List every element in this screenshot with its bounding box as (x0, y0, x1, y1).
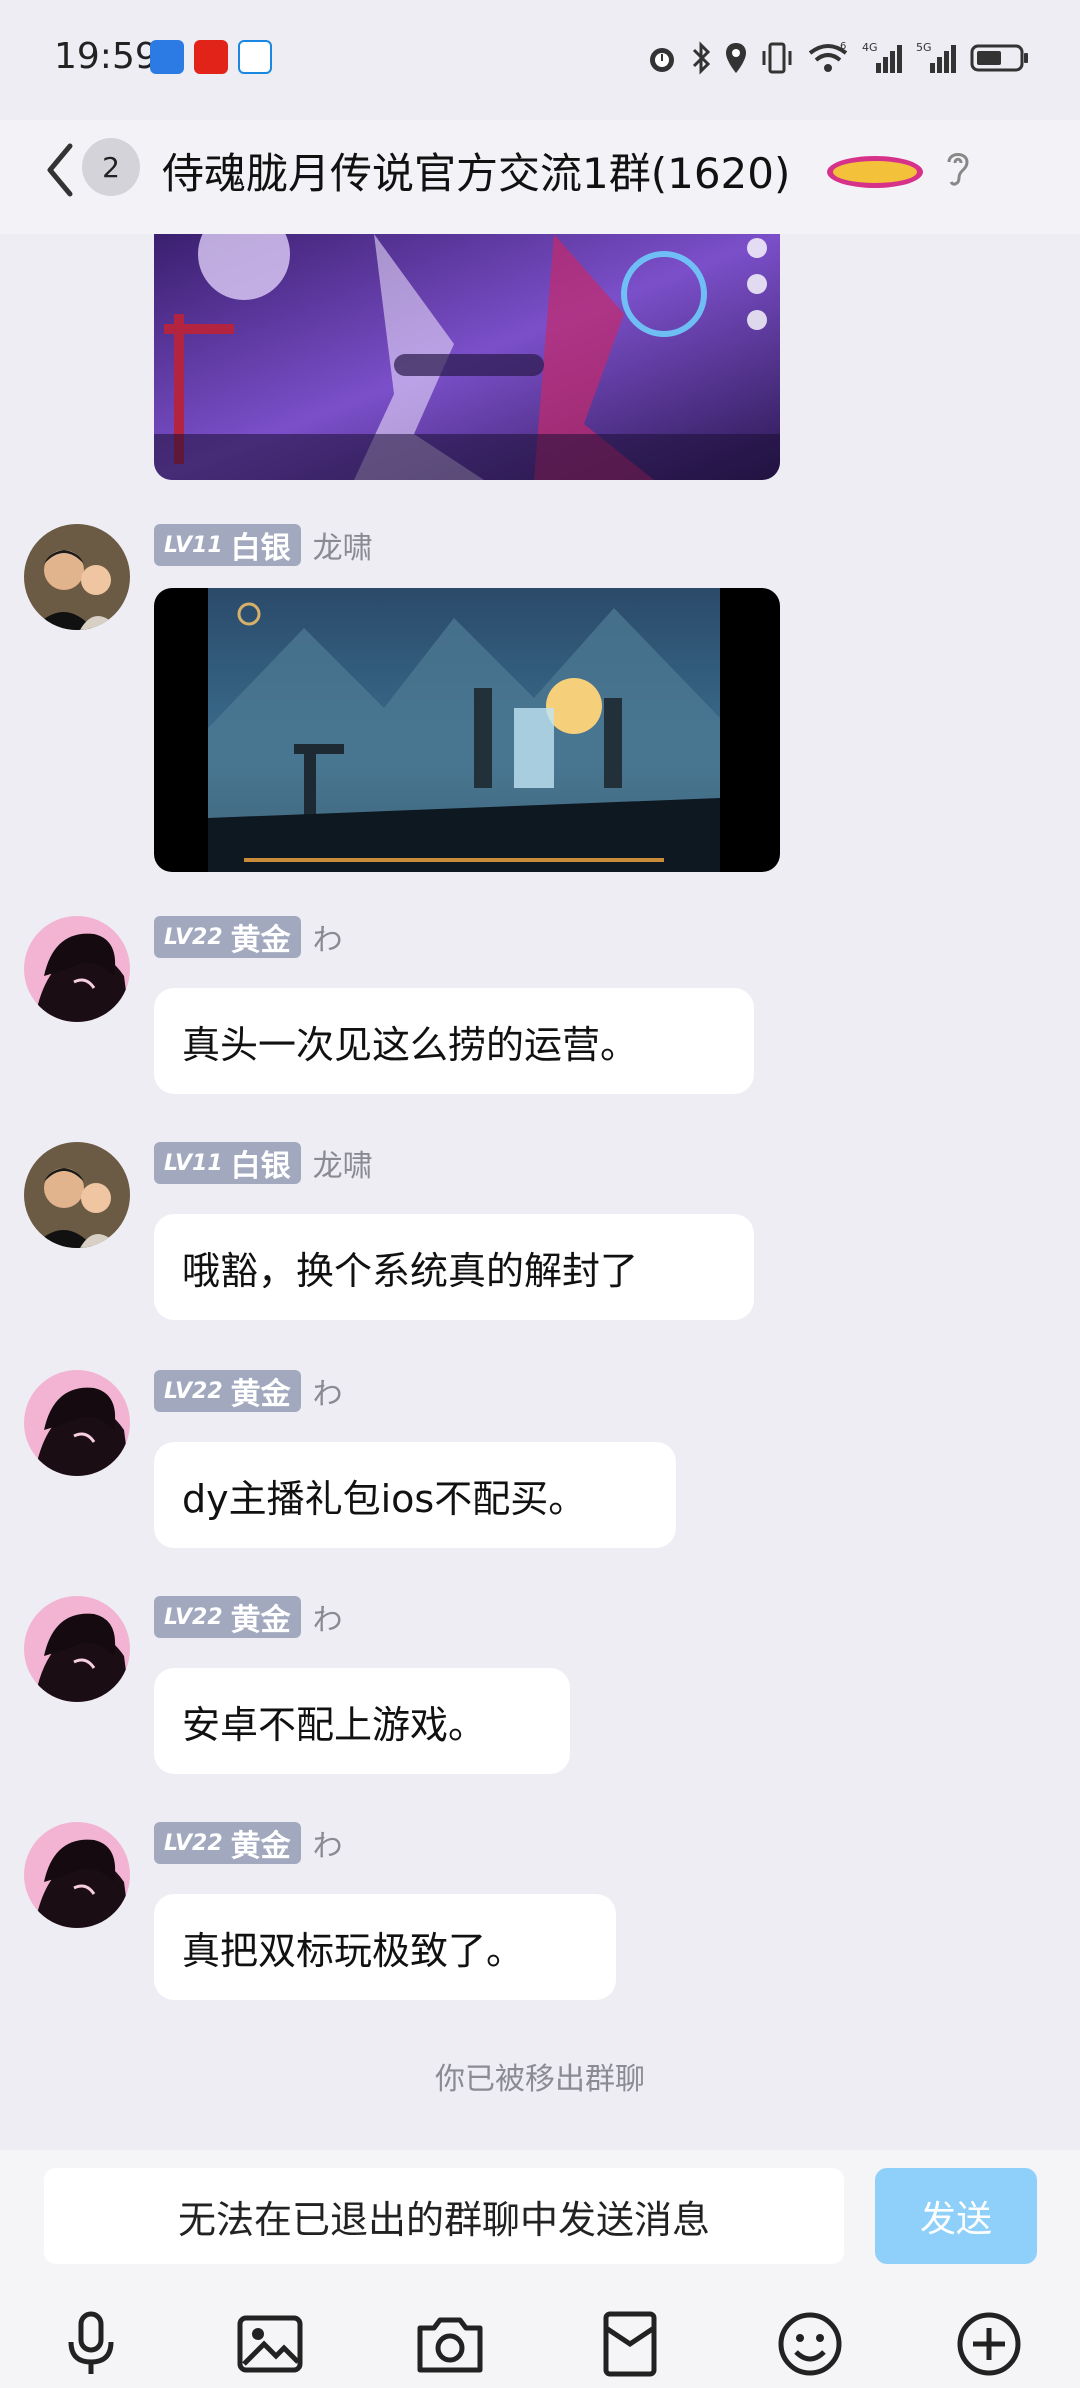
app-notification-icon (150, 40, 184, 74)
level-badge: LV11 白银 (154, 1142, 301, 1184)
status-icons: 6 4G 5G (646, 38, 1030, 78)
message-bubble[interactable]: 真头一次见这么捞的运营。 (154, 988, 754, 1094)
plus-icon[interactable] (953, 2308, 1025, 2380)
emoji-icon[interactable] (774, 2308, 846, 2380)
message-bubble[interactable]: 哦豁，换个系统真的解封了 (154, 1214, 754, 1320)
game-screenshot-landscape (154, 588, 780, 872)
message-bubble[interactable]: 安卓不配上游戏。 (154, 1668, 570, 1774)
taobao-notification-icon (194, 40, 228, 74)
message-meta: LV22 黄金 わ (154, 1822, 343, 1864)
game-screenshot-purple (154, 234, 780, 480)
sender-nickname[interactable]: わ (313, 915, 343, 959)
sender-nickname[interactable]: 龙啸 (313, 523, 373, 567)
location-icon (726, 43, 746, 73)
bluetooth-icon (692, 41, 711, 75)
level-badge: LV22 黄金 (154, 1596, 301, 1638)
sender-nickname[interactable]: わ (313, 1595, 343, 1639)
status-time: 19:59 (54, 36, 158, 77)
avatar[interactable] (24, 1370, 130, 1476)
back-arrow-icon[interactable] (40, 138, 80, 202)
avatar[interactable] (24, 1822, 130, 1928)
message-meta: LV22 黄金 わ (154, 1370, 343, 1412)
image-message-1[interactable] (154, 234, 780, 480)
signal-4g-icon: 4G (862, 41, 902, 73)
image-icon[interactable] (234, 2308, 306, 2380)
message-meta: LV11 白银 龙啸 (154, 1142, 373, 1184)
message-meta: LV22 黄金 わ (154, 1596, 343, 1638)
status-bar: 19:59 6 4G 5G (0, 0, 1080, 120)
avatar[interactable] (24, 1596, 130, 1702)
app-notification-icon-2 (238, 40, 272, 74)
system-notice: 你已被移出群聊 (435, 2062, 645, 2097)
send-button[interactable]: 发送 (875, 2168, 1037, 2264)
wifi-icon: 6 (808, 41, 848, 72)
unread-count-badge[interactable]: 2 (82, 138, 140, 196)
message-meta: LV22 黄金 わ (154, 916, 343, 958)
input-bar: 无法在已退出的群聊中发送消息 发送 (0, 2150, 1080, 2388)
svg-text:6: 6 (840, 41, 846, 52)
avatar[interactable] (24, 916, 130, 1022)
message-bubble[interactable]: dy主播礼包ios不配买。 (154, 1442, 676, 1548)
level-badge: LV22 黄金 (154, 1370, 301, 1412)
red-packet-icon[interactable] (594, 2308, 666, 2380)
camera-icon[interactable] (414, 2308, 486, 2380)
message-input[interactable]: 无法在已退出的群聊中发送消息 (44, 2168, 844, 2264)
sender-nickname[interactable]: 龙啸 (313, 1141, 373, 1185)
alarm-icon (650, 48, 674, 72)
svg-text:4G: 4G (862, 41, 878, 54)
signal-5g-icon: 5G (916, 41, 956, 73)
level-badge: LV11 白银 (154, 524, 301, 566)
group-badge-logo (827, 156, 923, 188)
svg-text:5G: 5G (916, 41, 932, 54)
microphone-icon[interactable] (55, 2308, 127, 2380)
level-badge: LV22 黄金 (154, 916, 301, 958)
level-badge: LV22 黄金 (154, 1822, 301, 1864)
avatar[interactable] (24, 1142, 130, 1248)
battery-icon (970, 44, 1028, 72)
image-message-2[interactable] (154, 588, 780, 872)
message-bubble[interactable]: 真把双标玩极致了。 (154, 1894, 616, 2000)
group-title[interactable]: 侍魂胧月传说官方交流1群(1620) (162, 140, 790, 201)
avatar[interactable] (24, 524, 130, 630)
sender-nickname[interactable]: わ (313, 1369, 343, 1413)
sender-nickname[interactable]: わ (313, 1821, 343, 1865)
ear-mode-icon[interactable] (943, 146, 973, 190)
message-meta: LV11 白银 龙啸 (154, 524, 373, 566)
vibrate-icon (762, 42, 792, 74)
